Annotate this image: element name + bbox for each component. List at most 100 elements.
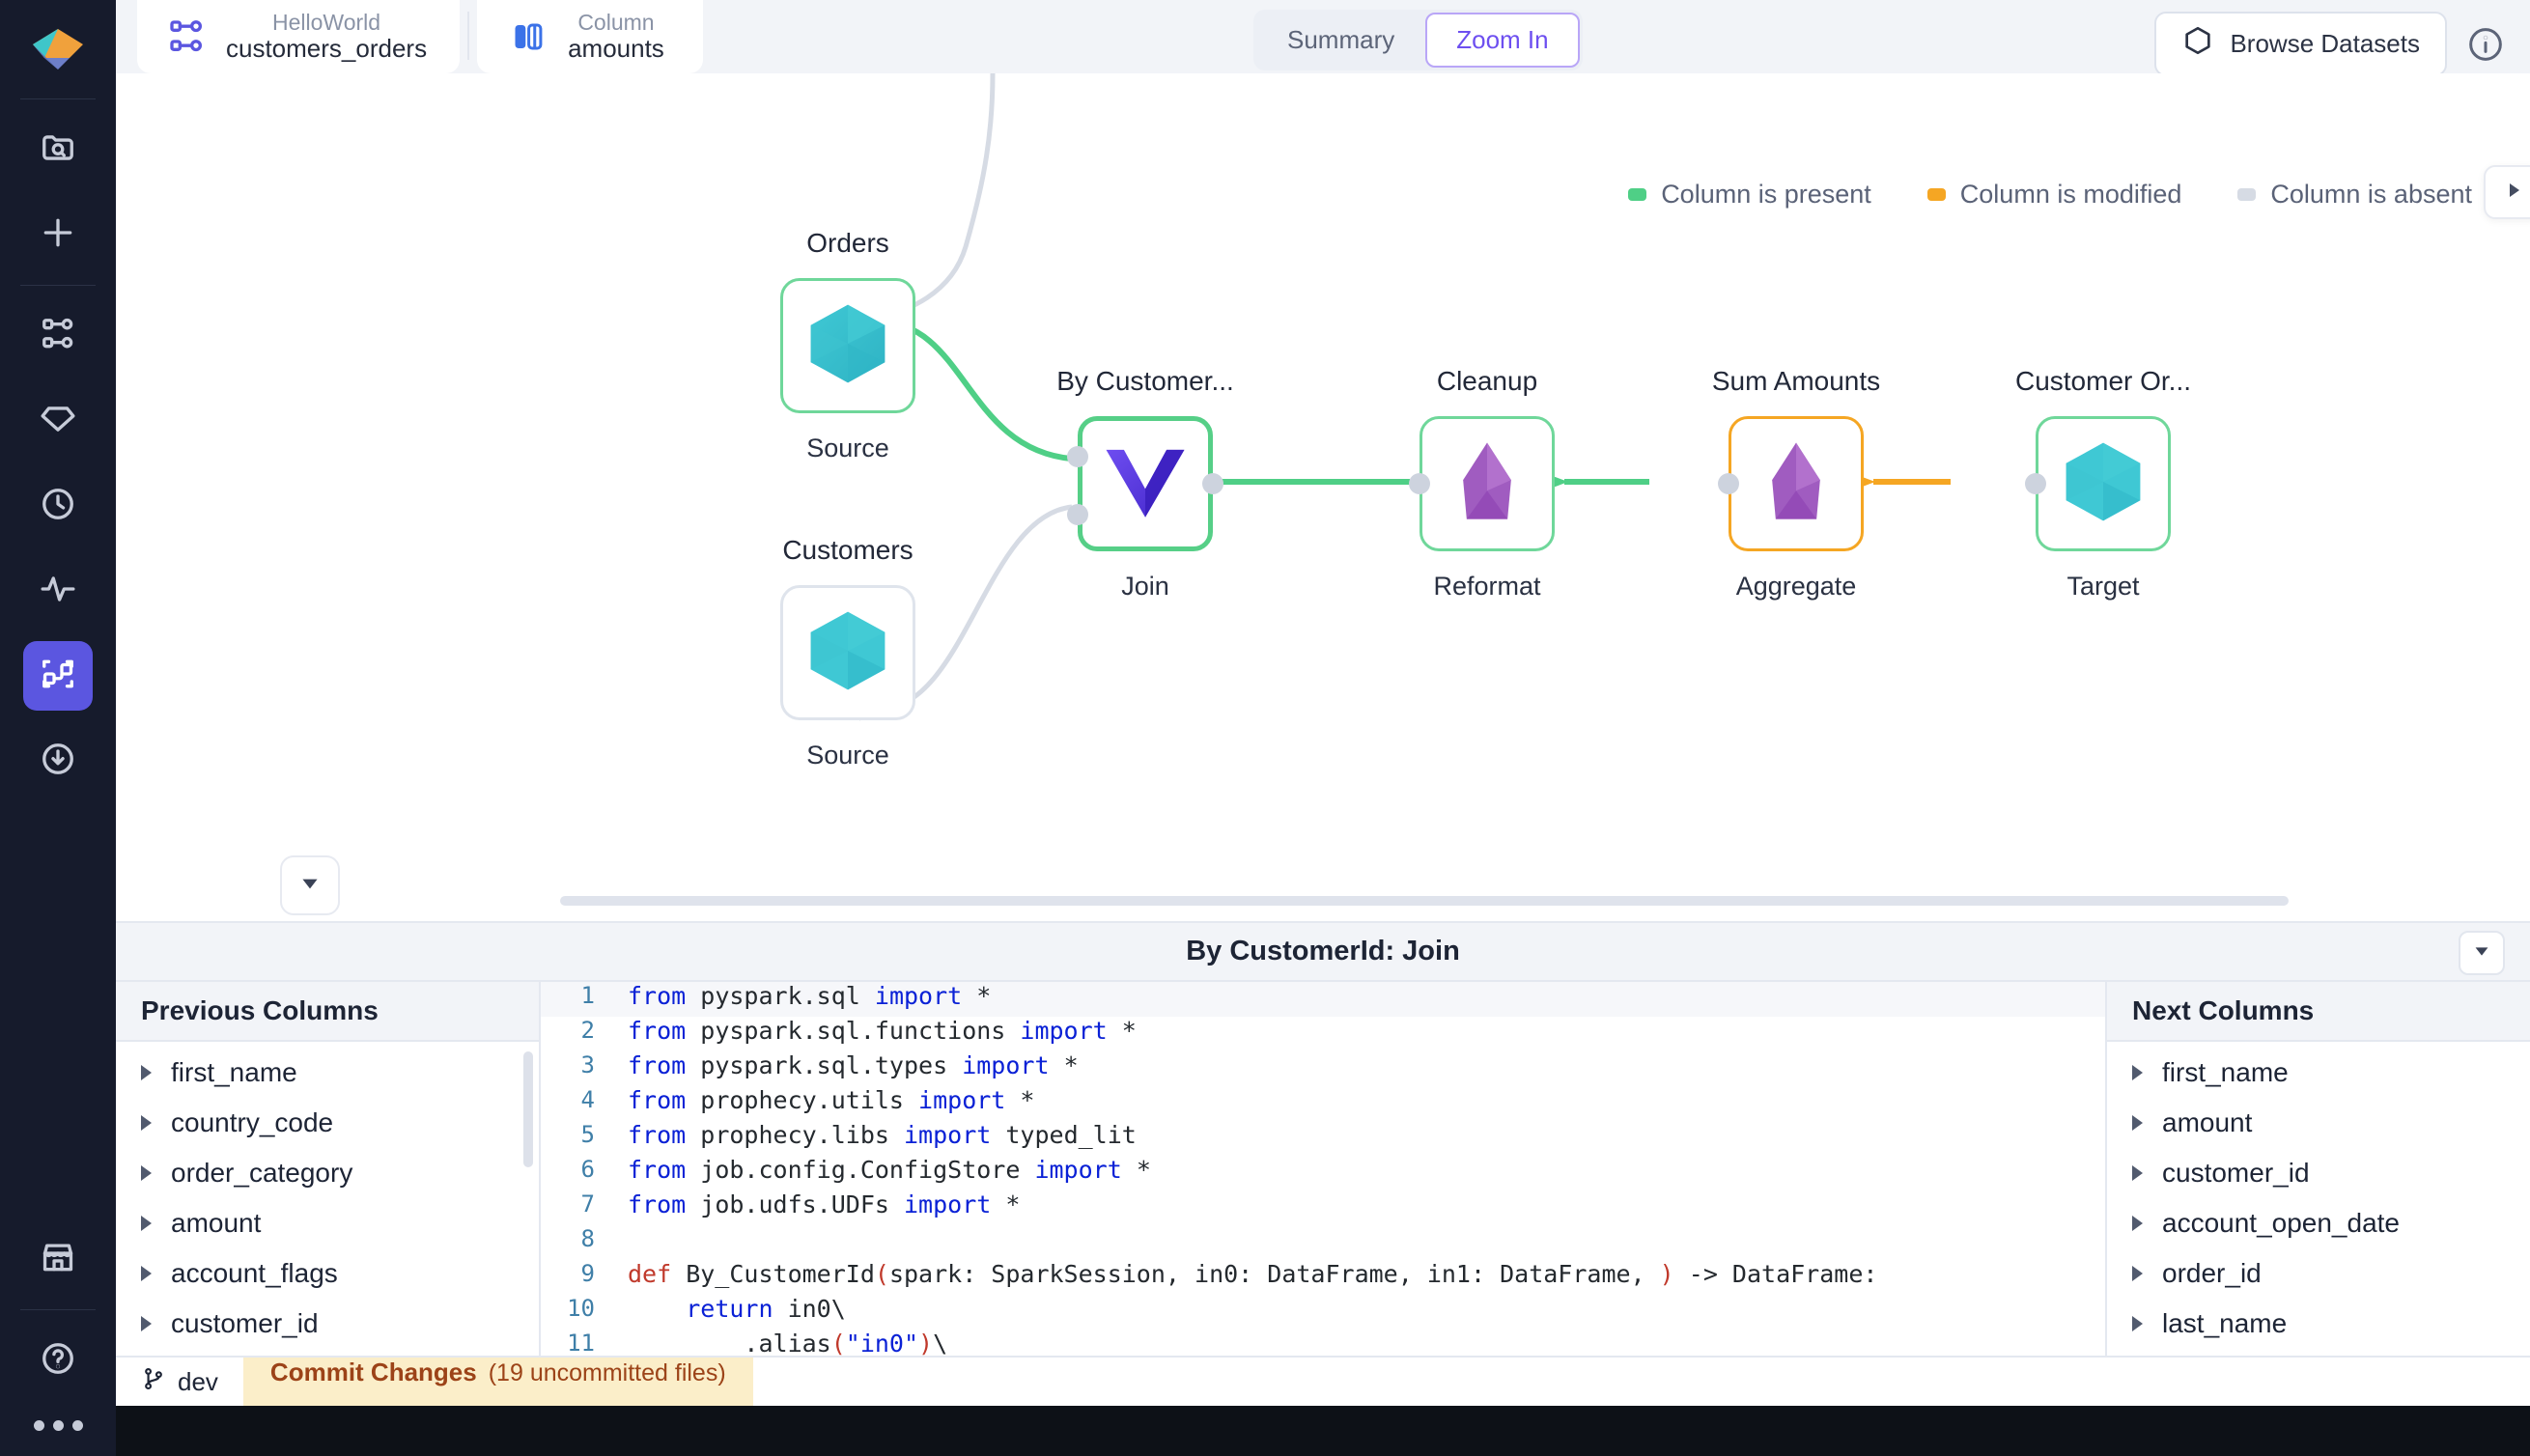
line-number: 2 bbox=[580, 1016, 595, 1044]
list-item[interactable]: first_name bbox=[116, 1048, 539, 1098]
code-text: from prophecy.libs import typed_lit bbox=[628, 1120, 1137, 1149]
caret-right-icon[interactable] bbox=[2132, 1164, 2143, 1181]
graph-node-target-box[interactable] bbox=[2025, 416, 2171, 551]
code-line[interactable]: 1 from pyspark.sql import * bbox=[541, 981, 2105, 1017]
sidebar-item-pipelines[interactable] bbox=[23, 301, 93, 371]
graph-node-orders-sub: Source bbox=[806, 434, 889, 462]
caret-right-icon[interactable] bbox=[141, 1265, 152, 1281]
input-port[interactable] bbox=[1718, 473, 1739, 494]
list-item[interactable]: customer_id bbox=[116, 1299, 539, 1349]
caret-right-icon[interactable] bbox=[2132, 1265, 2143, 1281]
clock-icon bbox=[40, 486, 76, 527]
code-text: from job.config.ConfigStore import * bbox=[628, 1155, 1151, 1184]
canvas-scroll-right-button[interactable] bbox=[2484, 165, 2530, 219]
output-port[interactable] bbox=[1202, 473, 1223, 494]
view-mode-segmented-control: Summary Zoom In bbox=[1253, 10, 1583, 70]
code-line[interactable]: 8 bbox=[541, 1225, 2105, 1260]
caret-right-icon[interactable] bbox=[141, 1315, 152, 1331]
list-item[interactable]: order_category bbox=[116, 1148, 539, 1198]
caret-right-icon[interactable] bbox=[141, 1064, 152, 1080]
lineage-canvas[interactable]: Column is present Column is modified Col… bbox=[116, 73, 2530, 921]
canvas-expand-down-button[interactable] bbox=[280, 855, 340, 915]
graph-node-orders[interactable]: Orders Source bbox=[780, 228, 915, 462]
column-name: order_category bbox=[171, 1157, 353, 1188]
code-line[interactable]: 11 .alias("in0")\ bbox=[541, 1330, 2105, 1356]
list-item[interactable]: last_name bbox=[2107, 1299, 2530, 1349]
detail-panel-collapse-button[interactable] bbox=[2459, 931, 2505, 975]
sidebar-item-folder-search[interactable] bbox=[23, 115, 93, 184]
graph-node-cleanup-box[interactable] bbox=[1409, 416, 1555, 551]
caret-right-icon[interactable] bbox=[2132, 1315, 2143, 1331]
rail-divider-2 bbox=[20, 285, 96, 286]
rail-divider-3 bbox=[20, 1309, 96, 1310]
sidebar-item-monitoring[interactable] bbox=[23, 556, 93, 626]
input-port[interactable] bbox=[1409, 473, 1430, 494]
commit-changes-label: Commit Changes bbox=[269, 1358, 477, 1386]
list-item[interactable]: account_flags bbox=[116, 1248, 539, 1299]
code-line[interactable]: 10 return in0\ bbox=[541, 1295, 2105, 1330]
line-number: 5 bbox=[580, 1120, 595, 1148]
graph-node-target-title: Customer Or... bbox=[2014, 366, 2192, 396]
commit-changes-button[interactable]: Commit Changes (19 uncommitted files) bbox=[242, 1358, 753, 1406]
sidebar-item-history[interactable] bbox=[23, 471, 93, 541]
graph-node-cleanup-title: Cleanup bbox=[1436, 366, 1538, 396]
tab-summary[interactable]: Summary bbox=[1256, 13, 1425, 68]
code-line[interactable]: 3 from pyspark.sql.types import * bbox=[541, 1051, 2105, 1086]
tab-pipeline-name: customers_orders bbox=[226, 34, 428, 64]
graph-node-orders-box[interactable] bbox=[780, 278, 915, 413]
list-item[interactable]: amount bbox=[116, 1198, 539, 1248]
list-item[interactable]: country_code bbox=[116, 1098, 539, 1148]
line-number: 8 bbox=[580, 1224, 595, 1252]
input-port-0[interactable] bbox=[1067, 446, 1088, 467]
graph-node-by-customer-box[interactable] bbox=[1067, 416, 1223, 551]
graph-node-sum-amounts-box[interactable] bbox=[1718, 416, 1864, 551]
list-item[interactable]: amount bbox=[2107, 1098, 2530, 1148]
tab-column-name: amounts bbox=[568, 34, 664, 64]
hexagon-icon bbox=[2181, 24, 2214, 64]
sidebar-item-marketplace[interactable] bbox=[23, 1224, 93, 1294]
previous-columns-list[interactable]: first_name country_code order_category a… bbox=[116, 1042, 539, 1356]
code-line[interactable]: 6 from job.config.ConfigStore import * bbox=[541, 1156, 2105, 1190]
graph-node-cleanup[interactable]: Cleanup Reformat bbox=[1409, 366, 1555, 601]
caret-right-icon[interactable] bbox=[141, 1164, 152, 1181]
caret-right-icon[interactable] bbox=[2132, 1215, 2143, 1231]
next-columns-list[interactable]: first_name amount customer_id account_op… bbox=[2107, 1042, 2530, 1356]
line-number: 10 bbox=[567, 1294, 595, 1322]
sidebar-item-help[interactable] bbox=[23, 1326, 93, 1395]
info-icon[interactable] bbox=[2466, 25, 2505, 64]
canvas-horizontal-scrollbar[interactable] bbox=[560, 896, 2289, 906]
caret-right-icon[interactable] bbox=[141, 1114, 152, 1131]
more-dots-icon[interactable] bbox=[33, 1420, 83, 1431]
previous-columns-scrollbar[interactable] bbox=[523, 1050, 533, 1167]
graph-node-customers[interactable]: Customers Source bbox=[780, 535, 915, 770]
code-editor[interactable]: 1 from pyspark.sql import * 2 from pyspa… bbox=[541, 981, 2105, 1356]
sidebar-item-lineage[interactable] bbox=[23, 641, 93, 711]
list-item[interactable]: account_open_date bbox=[2107, 1198, 2530, 1248]
graph-node-customer-orders-target[interactable]: Customer Or... Target bbox=[2015, 366, 2191, 601]
browse-datasets-button[interactable]: Browse Datasets bbox=[2154, 12, 2447, 76]
caret-right-icon[interactable] bbox=[2132, 1114, 2143, 1131]
code-line[interactable]: 7 from job.udfs.UDFs import * bbox=[541, 1190, 2105, 1225]
tab-zoom-in[interactable]: Zoom In bbox=[1425, 13, 1580, 68]
prophecy-logo[interactable] bbox=[22, 14, 94, 85]
code-line[interactable]: 4 from prophecy.utils import * bbox=[541, 1086, 2105, 1121]
graph-node-customers-box[interactable] bbox=[780, 585, 915, 720]
code-line[interactable]: 2 from pyspark.sql.functions import * bbox=[541, 1017, 2105, 1051]
branch-indicator[interactable]: dev bbox=[116, 1358, 243, 1406]
code-line[interactable]: 5 from prophecy.libs import typed_lit bbox=[541, 1121, 2105, 1156]
list-item[interactable]: first_name bbox=[2107, 1048, 2530, 1098]
caret-right-icon[interactable] bbox=[2132, 1064, 2143, 1080]
tab-column[interactable]: Column amounts bbox=[477, 0, 703, 73]
code-line[interactable]: 9 def By_CustomerId(spark: SparkSession,… bbox=[541, 1260, 2105, 1295]
sidebar-item-gems[interactable] bbox=[23, 386, 93, 456]
sidebar-item-deploy[interactable] bbox=[23, 726, 93, 796]
input-port-1[interactable] bbox=[1067, 504, 1088, 526]
list-item[interactable]: customer_id bbox=[2107, 1148, 2530, 1198]
graph-node-by-customer[interactable]: By Customer... Join bbox=[1056, 366, 1234, 601]
input-port[interactable] bbox=[2025, 473, 2046, 494]
sidebar-item-add[interactable] bbox=[23, 200, 93, 269]
graph-node-sum-amounts[interactable]: Sum Amounts Aggregate bbox=[1712, 366, 1880, 601]
list-item[interactable]: order_id bbox=[2107, 1248, 2530, 1299]
tab-pipeline[interactable]: HelloWorld customers_orders bbox=[137, 0, 461, 73]
caret-right-icon[interactable] bbox=[141, 1215, 152, 1231]
